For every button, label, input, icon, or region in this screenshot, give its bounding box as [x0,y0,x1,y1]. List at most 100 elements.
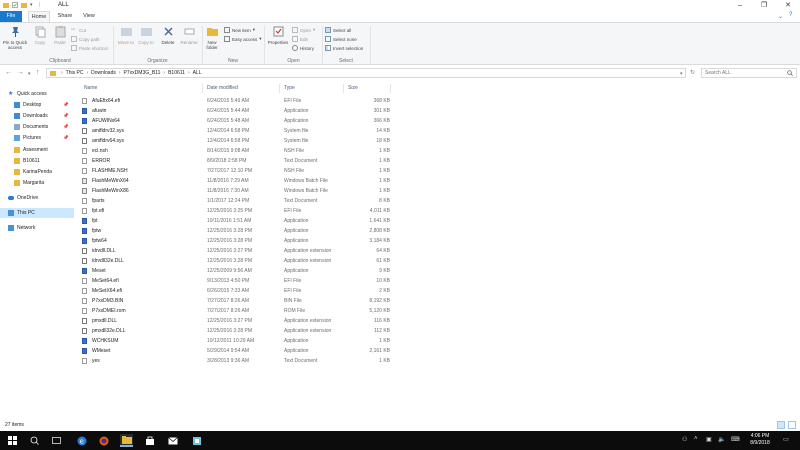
new-folder-button[interactable]: New folder [204,25,220,50]
nav-pictures[interactable]: Pictures 📌 [0,133,74,143]
delete-button[interactable]: Delete [158,25,178,45]
table-row[interactable]: yes 3/28/2013 9:36 AM Text Document 1 KB [80,356,390,366]
table-row[interactable]: pmxdll32e.DLL 12/25/2016 3:28 PM Applicati… [80,326,390,336]
table-row[interactable]: amifldrv64.sys 12/4/2014 6:58 PM System fi… [80,136,390,146]
table-row[interactable]: pmxdll.DLL 12/25/2016 3:27 PM Application … [80,316,390,326]
history-button[interactable]: History [292,45,314,51]
table-row[interactable]: ERROR 8/9/2018 2:58 PM Text Document 1 KB [80,156,390,166]
column-header-date[interactable]: Date modified [207,84,238,93]
address-field[interactable]: › This PC › Downloads › P7xxDM3G_B11 › B… [46,68,686,78]
details-view-icon[interactable] [777,421,785,429]
table-row[interactable]: AfuEfix64.efi 6/24/2015 5:49 AM EFI File 36… [80,96,390,106]
maximize-button[interactable]: ❐ [752,0,776,11]
table-row[interactable]: MeSet64.efi 9/13/2013 4:50 PM EFI File 10 K… [80,276,390,286]
table-row[interactable]: FLASHME.NSH 7/27/2017 12:10 PM NSH File 1 K… [80,166,390,176]
nav-onedrive[interactable]: OneDrive [0,193,74,203]
windows-start-icon[interactable] [6,434,19,447]
rename-button[interactable]: Rename [179,25,199,45]
breadcrumb-p7xxdm3g[interactable]: P7xxDM3G_B11 [124,70,161,76]
ribbon-expand-icon[interactable]: ⌄ [778,13,783,20]
nav-assesment[interactable]: Assesment [0,145,74,155]
table-row[interactable]: idrvdll.DLL 12/25/2016 3:27 PM Application… [80,246,390,256]
table-row[interactable]: FlashMeWinX64 11/8/2016 7:29 AM Windows Ba… [80,176,390,186]
app-icon[interactable] [190,434,203,447]
table-row[interactable]: fptw64 12/25/2016 3:28 PM Application 3,184… [80,236,390,246]
notifications-icon[interactable]: ▭ [783,436,789,443]
breadcrumb-all[interactable]: ALL [193,70,202,76]
people-icon[interactable]: ⚇ [682,436,687,443]
nav-network[interactable]: Network [0,223,74,233]
select-none-button[interactable]: Select none [325,36,357,42]
tab-share[interactable]: Share [54,11,76,22]
table-row[interactable]: WCHKSUM 10/12/2011 10:29 AM Application 1 K… [80,336,390,346]
search-input[interactable]: Search ALL [701,68,797,78]
new-item-button[interactable]: New item ▾ [224,27,255,33]
edit-button[interactable]: Edit [292,36,308,42]
breadcrumb-this-pc[interactable]: This PC [66,70,84,76]
table-row[interactable]: P7xxDMEI.rom 7/27/2017 8:26 AM ROM File 5,1… [80,306,390,316]
select-all-button[interactable]: Select all [325,27,351,33]
store-icon[interactable] [143,434,156,447]
clock[interactable]: 4:06 PM 8/9/2018 [745,433,775,447]
move-to-button[interactable]: Move to [117,25,135,45]
keyboard-icon[interactable]: ⌨ [731,436,740,443]
table-row[interactable]: WMeset 5/29/2014 9:54 AM Application 2,161 … [80,346,390,356]
table-row[interactable]: fpt.efi 12/25/2016 3:25 PM EFI File 4,011 K… [80,206,390,216]
column-divider[interactable] [279,84,280,93]
paste-shortcut-button[interactable]: Paste shortcut [71,45,108,51]
table-row[interactable]: ecl.nsh 8/14/2015 9:08 AM NSH File 1 KB [80,146,390,156]
address-dropdown-icon[interactable]: ▾ [680,71,683,77]
column-divider[interactable] [343,84,344,93]
close-button[interactable]: ✕ [776,0,800,11]
copy-path-button[interactable]: Copy path [71,36,100,42]
nav-quick-access[interactable]: ★ Quick access [0,89,74,99]
column-divider[interactable] [390,84,391,93]
pin-to-quick-access-button[interactable]: Pin to Quick access [2,25,28,50]
refresh-icon[interactable]: ↻ [690,69,695,76]
chevron-up-icon[interactable]: ˄ [694,436,698,442]
help-icon[interactable]: ? [789,12,792,18]
minimize-button[interactable]: – [728,0,752,11]
invert-selection-button[interactable]: Invert selection [325,45,363,51]
dropdown-icon[interactable]: ▾ [30,2,36,8]
new-folder-icon[interactable] [21,2,27,8]
volume-icon[interactable]: 🔈 [718,436,725,443]
nav-b10611[interactable]: B10611 [0,156,74,166]
breadcrumb-b10611[interactable]: B10611 [168,70,185,76]
mail-icon[interactable] [166,434,179,447]
copy-button[interactable]: Copy [32,25,48,45]
edge-icon[interactable]: e [75,434,88,447]
easy-access-button[interactable]: Easy access ▾ [224,36,262,42]
forward-arrow-icon[interactable]: → [17,69,24,76]
network-icon[interactable]: ▣ [706,436,712,443]
file-explorer-icon[interactable] [120,434,133,447]
table-row[interactable]: idrvdll32e.DLL 12/25/2016 3:28 PM Applicat… [80,256,390,266]
column-header-type[interactable]: Type [284,84,295,93]
table-row[interactable]: FlashMeWinX86 11/8/2016 7:30 AM Windows Ba… [80,186,390,196]
table-row[interactable]: afuwin 6/24/2015 5:44 AM Application 301 KB [80,106,390,116]
checkmark-icon[interactable] [12,2,18,8]
column-divider[interactable] [202,84,203,93]
nav-desktop[interactable]: Desktop 📌 [0,100,74,110]
up-arrow-icon[interactable]: ↑ [36,69,40,76]
table-row[interactable]: fptw 12/25/2016 3:28 PM Application 2,808 K… [80,226,390,236]
nav-documents[interactable]: Documents 📌 [0,122,74,132]
tab-file[interactable]: File [0,11,22,22]
cut-button[interactable]: ✂ Cut [71,27,86,33]
paste-button[interactable]: Paste [51,25,69,45]
properties-button[interactable]: Properties [266,25,290,45]
table-row[interactable]: fpt 10/11/2016 1:51 AM Application 1,641 KB [80,216,390,226]
tab-home[interactable]: Home [28,11,50,22]
task-view-icon[interactable] [50,434,63,447]
search-icon[interactable] [28,434,41,447]
nav-karinapenda[interactable]: KarinaPenda [0,167,74,177]
tab-view[interactable]: View [78,11,100,22]
large-icons-view-icon[interactable] [788,421,796,429]
recent-locations-icon[interactable]: ▾ [28,71,31,77]
folder-icon[interactable] [3,2,9,8]
nav-this-pc[interactable]: This PC [0,208,74,218]
table-row[interactable]: MeSetX64.efi 6/26/2015 7:33 AM EFI File 2 K… [80,286,390,296]
table-row[interactable]: P7xxDM3.BIN 7/27/2017 8:26 AM BIN File 8,19… [80,296,390,306]
column-header-size[interactable]: Size [348,84,358,93]
column-header-name[interactable]: Name [84,84,97,93]
